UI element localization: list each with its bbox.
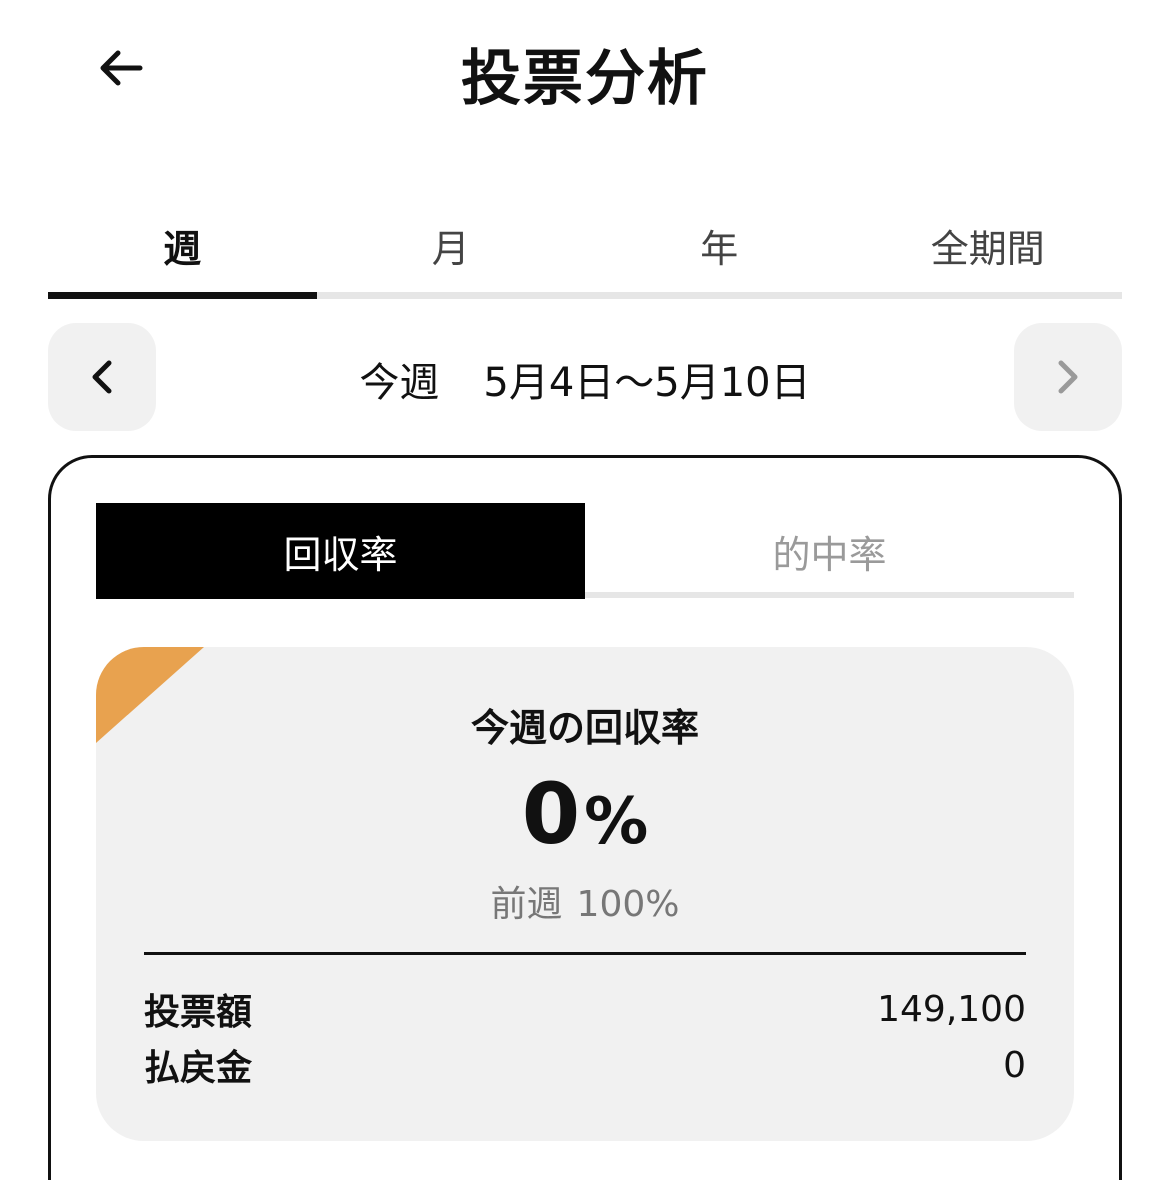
next-week-button[interactable] [1014,323,1122,431]
tab-hit-rate[interactable]: 的中率 [585,503,1074,599]
tab-month[interactable]: 月 [317,200,586,290]
tab-all-time[interactable]: 全期間 [854,200,1123,290]
recovery-rate-number: 0 [521,765,581,863]
date-range-label: 今週 [359,360,440,406]
period-tabs: 週 月 年 全期間 [48,200,1122,300]
chevron-left-icon [92,360,112,394]
metric-tab-track [585,592,1074,598]
date-range: 今週 5月4日〜5月10日 [160,350,1010,408]
date-range-value: 5月4日〜5月10日 [483,360,811,406]
summary-panel: 今週の回収率 0% 前週 100% 投票額 149,100 払戻金 0 [96,647,1074,1141]
recovery-rate-unit: % [584,785,649,859]
bet-amount-value: 149,100 [877,988,1026,1030]
previous-week-label: 前週 [490,884,563,925]
payout-value: 0 [1003,1044,1026,1086]
header: 投票分析 [0,0,1170,140]
bet-amount-label: 投票額 [144,992,253,1033]
tab-year[interactable]: 年 [585,200,854,290]
recovery-rate-value: 0% [96,765,1074,863]
chevron-right-icon [1058,360,1078,394]
screen: 投票分析 週 月 年 全期間 今週 5月4日〜5月10日 回収率 的中率 今週の… [0,0,1170,1180]
tab-week[interactable]: 週 [48,200,317,290]
page-title: 投票分析 [461,44,709,114]
period-tab-indicator [48,292,317,299]
previous-week-button[interactable] [48,323,156,431]
tab-recovery-rate[interactable]: 回収率 [96,503,585,599]
payout-label: 払戻金 [144,1048,253,1089]
summary-title: 今週の回収率 [470,706,699,750]
bet-amount-row: 投票額 149,100 [144,984,1026,1034]
summary-divider [144,952,1026,955]
previous-week-value: 100% [576,884,680,925]
payout-row: 払戻金 0 [144,1040,1026,1090]
previous-week-rate: 前週 100% [96,875,1074,927]
